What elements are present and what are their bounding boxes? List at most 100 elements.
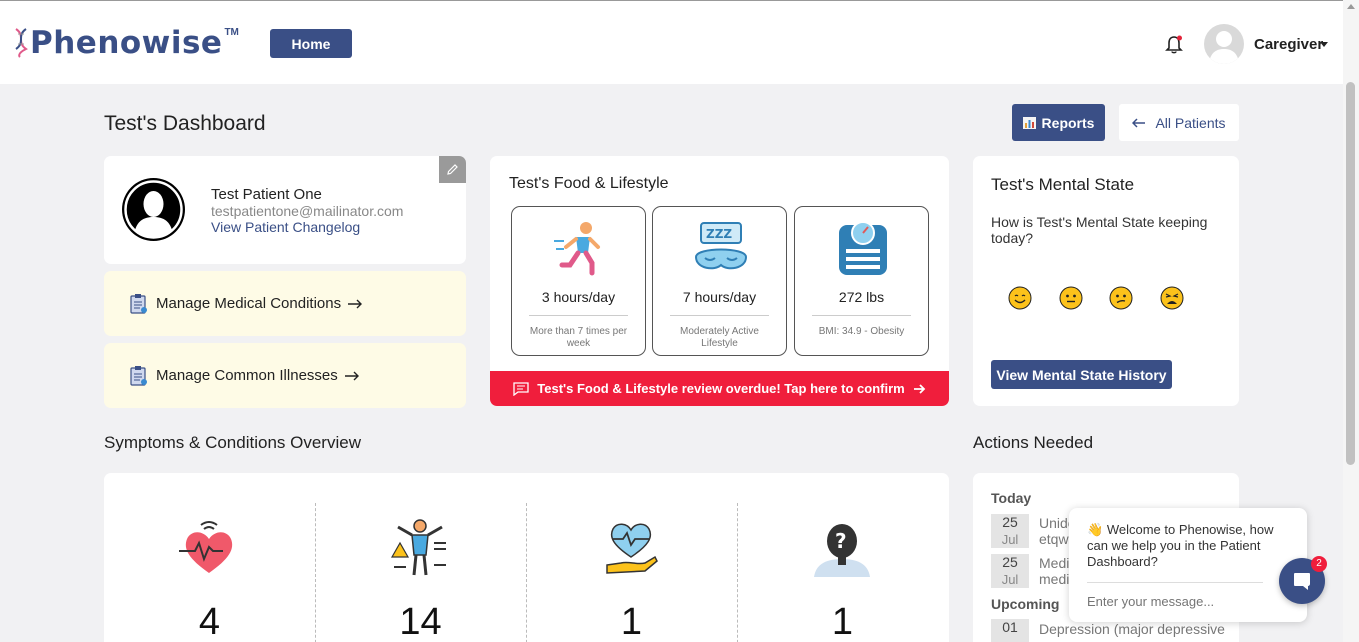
arrow-right-icon — [348, 299, 363, 308]
chat-unread-badge: 2 — [1311, 556, 1327, 572]
actions-needed-title: Actions Needed — [973, 433, 1094, 452]
view-mental-history-button[interactable]: View Mental State History — [991, 360, 1172, 389]
sleep-subtext: Moderately Active Lifestyle — [680, 326, 759, 349]
top-navbar: Phenowise TM Home Caregiver — [0, 0, 1359, 84]
chat-message-input[interactable] — [1087, 594, 1247, 609]
weight-scale-icon — [839, 221, 887, 275]
svg-text:ZZZ: ZZZ — [706, 227, 732, 241]
sleep-mask-icon: ZZZ — [694, 222, 748, 270]
patient-profile-card: Test Patient One testpatientone@mailinat… — [104, 156, 466, 264]
divider — [670, 315, 769, 316]
today-heading: Today — [991, 490, 1032, 506]
body-symptoms-icon — [390, 519, 446, 576]
manage-medical-conditions-label: Manage Medical Conditions — [156, 295, 342, 312]
symptom-stat-heart[interactable]: 4 — [104, 503, 315, 642]
all-patients-button[interactable]: All Patients — [1119, 104, 1239, 141]
clipboard-icon — [130, 366, 147, 386]
arrow-right-icon — [913, 383, 925, 394]
phenowise-logo[interactable]: Phenowise TM — [14, 25, 239, 61]
overdue-text: Test's Food & Lifestyle review overdue! … — [537, 381, 905, 396]
weight-stat-box[interactable]: 272 lbs BMI: 34.9 - Obesity — [794, 206, 929, 356]
user-avatar[interactable] — [1204, 24, 1244, 64]
clipboard-icon — [130, 294, 147, 314]
reports-label: Reports — [1041, 114, 1095, 131]
upcoming-heading: Upcoming — [991, 596, 1060, 612]
symptom-count: 1 — [831, 601, 854, 642]
action-date: 01 — [991, 619, 1029, 642]
sleep-value: 7 hours/day — [682, 289, 757, 305]
chat-welcome-text: Welcome to Phenowise, how can we help yo… — [1087, 522, 1274, 569]
divider — [1087, 582, 1263, 583]
arrow-left-icon — [1132, 117, 1146, 128]
food-lifestyle-title: Test's Food & Lifestyle — [509, 175, 669, 192]
symptom-stat-mental[interactable]: ? 1 — [737, 503, 948, 642]
heart-signal-icon — [179, 521, 233, 573]
action-day: 25 — [1002, 514, 1018, 530]
action-month: Jul — [1001, 532, 1019, 547]
edit-patient-button[interactable] — [439, 156, 466, 183]
chat-popup: 👋 Welcome to Phenowise, how can we help … — [1069, 508, 1307, 622]
action-date: 25 Jul — [991, 514, 1029, 548]
food-review-overdue-banner[interactable]: Test's Food & Lifestyle review overdue! … — [490, 371, 949, 406]
symptom-stat-care[interactable]: 1 — [526, 503, 737, 642]
logo-text: Phenowise — [30, 25, 223, 61]
patient-avatar — [122, 178, 185, 241]
confused-face-icon[interactable] — [1109, 286, 1133, 310]
action-line: etqw — [1039, 531, 1069, 547]
mental-question-icon: ? — [814, 524, 870, 577]
chat-welcome-message: 👋 Welcome to Phenowise, how can we help … — [1087, 522, 1287, 570]
waving-hand-icon: 👋 — [1087, 522, 1104, 537]
manage-common-illnesses-label: Manage Common Illnesses — [156, 367, 338, 384]
dna-icon — [15, 28, 28, 58]
running-icon — [554, 222, 600, 276]
action-item-text[interactable]: Depression (major depressive — [1039, 621, 1225, 637]
scroll-up-arrow-icon[interactable] — [1347, 4, 1355, 9]
distressed-face-icon[interactable] — [1160, 286, 1184, 310]
weight-value: 272 lbs — [838, 289, 885, 305]
user-role-label[interactable]: Caregiver — [1254, 36, 1323, 53]
divider — [529, 315, 628, 316]
svg-text:?: ? — [835, 529, 847, 553]
chevron-down-icon[interactable] — [1320, 42, 1328, 47]
bar-chart-icon — [1022, 116, 1036, 129]
reports-button[interactable]: Reports — [1012, 104, 1105, 141]
symptoms-overview-card: 4 14 1 ? 1 — [104, 473, 949, 642]
mental-state-card: Test's Mental State How is Test's Mental… — [973, 156, 1239, 406]
patient-email: testpatientone@mailinator.com — [211, 203, 404, 219]
action-day: 01 — [1002, 619, 1018, 635]
patient-silhouette-icon — [124, 180, 183, 239]
exercise-stat-box[interactable]: 3 hours/day More than 7 times per week — [511, 206, 646, 356]
symptom-count: 1 — [620, 601, 643, 642]
chat-icon — [1294, 573, 1310, 590]
patient-name: Test Patient One — [211, 186, 322, 203]
page-title: Test's Dashboard — [104, 112, 266, 135]
mental-state-question: How is Test's Mental State keeping today… — [991, 214, 1208, 246]
manage-medical-conditions-card[interactable]: Manage Medical Conditions — [104, 271, 466, 336]
action-date: 25 Jul — [991, 554, 1029, 588]
manage-common-illnesses-card[interactable]: Manage Common Illnesses — [104, 343, 466, 408]
action-item-text[interactable]: Medi medi — [1039, 555, 1069, 587]
food-lifestyle-card: Test's Food & Lifestyle 3 hours/day More… — [490, 156, 949, 406]
sleep-stat-box[interactable]: ZZZ 7 hours/day Moderately Active Lifest… — [652, 206, 787, 356]
action-month: Jul — [1001, 572, 1019, 587]
neutral-face-icon[interactable] — [1059, 286, 1083, 310]
happy-face-icon[interactable] — [1008, 286, 1032, 310]
home-button[interactable]: Home — [270, 29, 352, 58]
bmi-subtext: BMI: 34.9 - Obesity — [818, 326, 905, 337]
notification-bell-icon[interactable] — [1165, 34, 1183, 54]
scrollbar-thumb[interactable] — [1346, 82, 1355, 465]
symptoms-overview-title: Symptoms & Conditions Overview — [104, 433, 361, 452]
symptom-stat-body[interactable]: 14 — [315, 503, 526, 642]
all-patients-label: All Patients — [1155, 114, 1226, 131]
user-silhouette-icon — [1209, 31, 1239, 64]
action-day: 25 — [1002, 554, 1018, 570]
pencil-icon — [447, 164, 458, 175]
divider — [812, 315, 911, 316]
arrow-right-icon — [344, 371, 359, 380]
symptom-count: 14 — [399, 601, 442, 642]
heart-hand-icon — [606, 523, 658, 574]
symptom-count: 4 — [198, 601, 221, 642]
view-changelog-link[interactable]: View Patient Changelog — [211, 219, 360, 235]
chat-bubble-icon — [513, 381, 529, 396]
exercise-value: 3 hours/day — [541, 289, 616, 305]
